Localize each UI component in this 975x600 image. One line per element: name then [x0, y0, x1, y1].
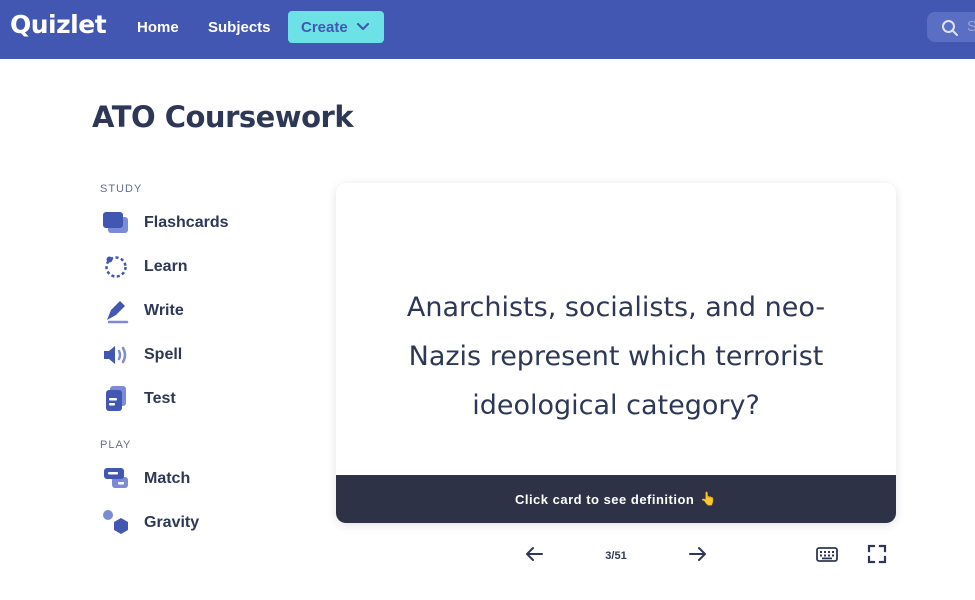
flashcards-icon: [100, 207, 132, 239]
card-counter: 3/51: [605, 550, 627, 562]
spell-icon: [100, 339, 132, 371]
pointing-hand-icon: 👆: [700, 491, 718, 506]
nav-subjects-link[interactable]: Subjects: [208, 19, 271, 36]
sidebar-item-label: Match: [144, 470, 191, 487]
nav-home-link[interactable]: Home: [137, 19, 179, 36]
sidebar-item-label: Spell: [144, 346, 183, 363]
search-placeholder: S: [967, 18, 975, 35]
sidebar-item-test[interactable]: Test: [100, 381, 300, 417]
chevron-down-icon: [356, 22, 370, 31]
write-icon: [100, 295, 132, 327]
sidebar-item-match[interactable]: Match: [100, 461, 300, 497]
create-button-label: Create: [301, 18, 348, 36]
arrow-right-icon[interactable]: [686, 542, 710, 566]
sidebar-item-flashcards[interactable]: Flashcards: [100, 205, 300, 241]
page-title: ATO Coursework: [92, 100, 354, 134]
sidebar-item-write[interactable]: Write: [100, 293, 300, 329]
sidebar-item-label: Gravity: [144, 514, 200, 531]
create-button[interactable]: Create: [288, 11, 384, 43]
top-navigation-bar: Quizlet Home Subjects Create S: [0, 0, 975, 59]
sidebar-item-learn[interactable]: Learn: [100, 249, 300, 285]
study-section-label: STUDY: [100, 183, 143, 195]
arrow-left-icon[interactable]: [522, 542, 546, 566]
sidebar-item-label: Write: [144, 302, 184, 319]
test-icon: [100, 383, 132, 415]
flashcard-hint-bar[interactable]: Click card to see definition 👆: [336, 475, 896, 523]
keyboard-icon[interactable]: [815, 542, 839, 566]
search-icon: [942, 20, 958, 36]
flashcard-hint-text: Click card to see definition: [514, 491, 695, 507]
sidebar-item-label: Flashcards: [144, 214, 229, 231]
gravity-icon: [100, 507, 132, 539]
sidebar-item-gravity[interactable]: Gravity: [100, 505, 300, 541]
flashcard[interactable]: Anarchists, socialists, and neo-Nazis re…: [336, 183, 896, 523]
search-input[interactable]: S: [927, 12, 975, 42]
sidebar-item-label: Test: [144, 390, 176, 407]
play-section-label: PLAY: [100, 439, 132, 451]
fullscreen-icon[interactable]: [865, 542, 889, 566]
sidebar-item-spell[interactable]: Spell: [100, 337, 300, 373]
sidebar-item-label: Learn: [144, 258, 188, 275]
flashcard-term: Anarchists, socialists, and neo-Nazis re…: [406, 292, 826, 421]
match-icon: [100, 463, 132, 495]
quizlet-logo[interactable]: Quizlet: [10, 10, 107, 39]
learn-icon: [100, 251, 132, 283]
